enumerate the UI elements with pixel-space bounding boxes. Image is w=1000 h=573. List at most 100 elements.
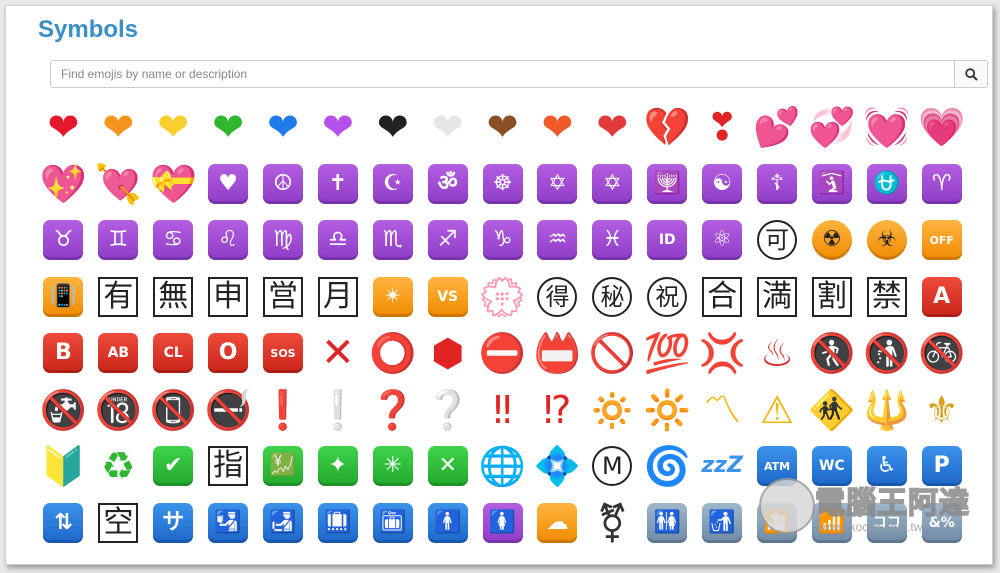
elevator-emoji[interactable]: ⇅	[36, 495, 91, 552]
cool-button-emoji[interactable]: ☁	[530, 495, 585, 552]
taurus-emoji[interactable]: ♉	[36, 212, 91, 269]
cancer-emoji[interactable]: ♋	[146, 212, 201, 269]
pisces-emoji[interactable]: ♓	[585, 212, 640, 269]
diamond-with-a-dot-emoji[interactable]: 💠	[530, 438, 585, 495]
heart-with-arrow-emoji[interactable]: 💘	[91, 156, 146, 213]
double-exclamation-mark-emoji[interactable]: ‼	[475, 382, 530, 439]
trident-emblem-emoji[interactable]: 🔱	[859, 382, 914, 439]
revolving-hearts-emoji[interactable]: 💞	[804, 99, 859, 156]
bright-button-emoji[interactable]: 🔆	[640, 382, 695, 439]
no-one-under-eighteen-emoji[interactable]: 🔞	[91, 382, 146, 439]
no-mobile-phones-emoji[interactable]: 📵	[146, 382, 201, 439]
dim-button-emoji[interactable]: 🔅	[585, 382, 640, 439]
broken-heart-emoji[interactable]: 💔	[640, 99, 695, 156]
japanese-monthly-amount-button-emoji[interactable]: 月	[310, 269, 365, 326]
cl-button-emoji[interactable]: CL	[146, 325, 201, 382]
womens-room-emoji[interactable]: 🚺	[475, 495, 530, 552]
chart-increasing-with-yen-emoji[interactable]: 💹	[256, 438, 311, 495]
circled-m-emoji[interactable]: M	[585, 438, 640, 495]
sagittarius-emoji[interactable]: ♐	[420, 212, 475, 269]
orthodox-cross-emoji[interactable]: ☦	[750, 156, 805, 213]
heart-decoration-emoji[interactable]: ♥	[201, 156, 256, 213]
japanese-passing-grade-button-emoji[interactable]: 合	[695, 269, 750, 326]
cyclone-emoji[interactable]: 🌀	[640, 438, 695, 495]
white-question-mark-emoji[interactable]: ❔	[420, 382, 475, 439]
vibration-mode-emoji[interactable]: 📳	[36, 269, 91, 326]
yin-yang-emoji[interactable]: ☯	[695, 156, 750, 213]
eight-spoked-asterisk-emoji[interactable]: ✳	[365, 438, 420, 495]
radioactive-emoji[interactable]: ☢	[804, 212, 859, 269]
no-smoking-emoji[interactable]: 🚭	[201, 382, 256, 439]
customs-emoji[interactable]: 🛃	[256, 495, 311, 552]
purple-heart-emoji[interactable]: ❤	[310, 99, 365, 156]
japanese-congratulations-button-emoji[interactable]: 祝	[640, 269, 695, 326]
japanese-secret-button-emoji[interactable]: 秘	[585, 269, 640, 326]
no-littering-emoji[interactable]: 🚯	[859, 325, 914, 382]
japanese-symbol-for-beginner-emoji[interactable]: 🔰	[36, 438, 91, 495]
gemini-emoji[interactable]: ♊	[91, 212, 146, 269]
vs-button-emoji[interactable]: VS	[420, 269, 475, 326]
no-entry-emoji[interactable]: ⛔	[475, 325, 530, 382]
non-potable-water-emoji[interactable]: 🚱	[36, 382, 91, 439]
fleur-de-lis-emoji[interactable]: ⚜	[914, 382, 969, 439]
japanese-open-for-business-button-emoji[interactable]: 営	[256, 269, 311, 326]
baggage-claim-emoji[interactable]: 🛄	[310, 495, 365, 552]
sparkle-emoji[interactable]: ✦	[310, 438, 365, 495]
latin-cross-emoji[interactable]: ✝	[310, 156, 365, 213]
white-heart-emoji[interactable]: ❤	[420, 99, 475, 156]
restroom-emoji[interactable]: 🚻	[640, 495, 695, 552]
eight-pointed-star-emoji[interactable]: ✴	[365, 269, 420, 326]
virgo-emoji[interactable]: ♍	[256, 212, 311, 269]
hollow-red-circle-emoji[interactable]: ⭕	[365, 325, 420, 382]
id-button-emoji[interactable]: ID	[640, 212, 695, 269]
blue-heart-emoji[interactable]: ❤	[256, 99, 311, 156]
two-hearts-emoji[interactable]: 💕	[750, 99, 805, 156]
japanese-acceptable-button-emoji[interactable]: 可	[750, 212, 805, 269]
heart-on-fire-emoji[interactable]: ❤	[530, 99, 585, 156]
star-and-crescent-emoji[interactable]: ☪	[365, 156, 420, 213]
o-button-blood-type-emoji[interactable]: O	[201, 325, 256, 382]
japanese-bargain-button-emoji[interactable]: 得	[530, 269, 585, 326]
red-question-mark-emoji[interactable]: ❓	[365, 382, 420, 439]
zzz-emoji[interactable]: zzZ	[695, 438, 750, 495]
japanese-free-of-charge-button-emoji[interactable]: 無	[146, 269, 201, 326]
ophiuchus-emoji[interactable]: ⛎	[859, 156, 914, 213]
warning-emoji[interactable]: ⚠	[750, 382, 805, 439]
heart-exclamation-emoji[interactable]: ❣	[695, 99, 750, 156]
transgender-symbol-emoji[interactable]: ⚧	[585, 495, 640, 552]
stop-sign-emoji[interactable]: ⬢	[420, 325, 475, 382]
no-pedestrians-emoji[interactable]: 🚷	[804, 325, 859, 382]
hot-springs-emoji[interactable]: ♨	[750, 325, 805, 382]
ab-button-blood-type-emoji[interactable]: AB	[91, 325, 146, 382]
growing-heart-emoji[interactable]: 💗	[914, 99, 969, 156]
libra-emoji[interactable]: ♎	[310, 212, 365, 269]
peace-symbol-emoji[interactable]: ☮	[256, 156, 311, 213]
capricorn-emoji[interactable]: ♑	[475, 212, 530, 269]
japanese-vacancy-button-emoji[interactable]: 空	[91, 495, 146, 552]
search-button[interactable]	[954, 61, 987, 87]
mens-room-emoji[interactable]: 🚹	[420, 495, 475, 552]
white-flower-emoji[interactable]: 💮	[475, 269, 530, 326]
japanese-application-button-emoji[interactable]: 申	[201, 269, 256, 326]
mending-heart-emoji[interactable]: ❤	[585, 99, 640, 156]
hundred-points-emoji[interactable]: 💯	[640, 325, 695, 382]
om-emoji[interactable]: ॐ	[420, 156, 475, 213]
mobile-phone-off-emoji[interactable]: OFF	[914, 212, 969, 269]
brown-heart-emoji[interactable]: ❤	[475, 99, 530, 156]
passport-control-emoji[interactable]: 🛂	[201, 495, 256, 552]
wheel-of-dharma-emoji[interactable]: ☸	[475, 156, 530, 213]
name-badge-emoji[interactable]: 📛	[530, 325, 585, 382]
globe-with-meridians-emoji[interactable]: 🌐	[475, 438, 530, 495]
aries-emoji[interactable]: ♈	[914, 156, 969, 213]
dotted-six-pointed-star-emoji[interactable]: ✡	[585, 156, 640, 213]
a-button-blood-type-emoji[interactable]: A	[914, 269, 969, 326]
japanese-reserved-button-emoji[interactable]: 指	[201, 438, 256, 495]
leo-emoji[interactable]: ♌	[201, 212, 256, 269]
japanese-not-free-of-charge-button-emoji[interactable]: 有	[91, 269, 146, 326]
star-of-david-emoji[interactable]: ✡	[530, 156, 585, 213]
green-heart-emoji[interactable]: ❤	[201, 99, 256, 156]
sparkling-heart-emoji[interactable]: 💖	[36, 156, 91, 213]
part-alternation-mark-emoji[interactable]: 〽	[695, 382, 750, 439]
red-exclamation-mark-emoji[interactable]: ❗	[256, 382, 311, 439]
atom-symbol-emoji[interactable]: ⚛	[695, 212, 750, 269]
